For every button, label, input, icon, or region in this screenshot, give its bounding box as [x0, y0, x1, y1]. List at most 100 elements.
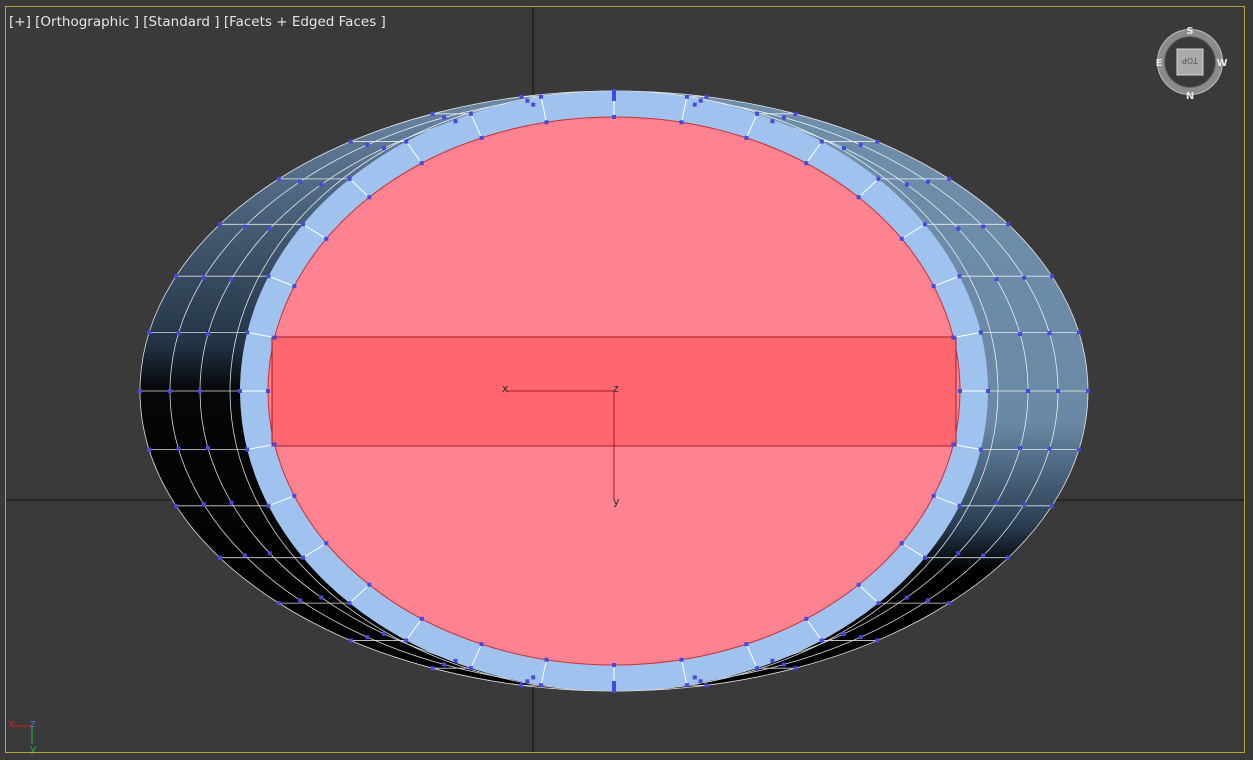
mesh-vertex[interactable]: [842, 146, 847, 151]
mesh-vertex[interactable]: [875, 139, 880, 144]
mesh-vertex[interactable]: [1076, 330, 1081, 335]
mesh-vertex[interactable]: [198, 389, 202, 393]
mesh-vertex[interactable]: [245, 447, 250, 452]
mesh-vertex[interactable]: [612, 681, 616, 685]
mesh-vertex[interactable]: [347, 601, 352, 606]
mesh-vertex[interactable]: [981, 553, 986, 558]
mesh-vertex[interactable]: [442, 115, 447, 120]
mesh-vertex[interactable]: [242, 224, 247, 229]
mesh-vertex[interactable]: [904, 595, 909, 600]
mesh-vertex[interactable]: [147, 330, 152, 335]
mesh-vertex[interactable]: [692, 102, 697, 107]
mesh-vertex[interactable]: [856, 195, 861, 200]
mesh-vertex[interactable]: [324, 236, 329, 241]
mesh-vertex[interactable]: [612, 115, 616, 119]
mesh-vertex[interactable]: [1018, 445, 1023, 450]
mesh-vertex[interactable]: [744, 642, 749, 647]
mesh-vertex[interactable]: [419, 616, 424, 621]
mesh-vertex[interactable]: [381, 631, 386, 636]
mesh-vertex[interactable]: [525, 679, 530, 684]
mesh-vertex[interactable]: [957, 274, 962, 279]
mesh-vertex[interactable]: [347, 176, 352, 181]
mesh-vertex[interactable]: [956, 551, 961, 556]
mesh-vertex[interactable]: [1056, 389, 1060, 393]
mesh-vertex[interactable]: [793, 111, 798, 116]
mesh-vertex[interactable]: [266, 274, 271, 279]
viewcube[interactable]: TOP S N E W: [1156, 26, 1228, 102]
mesh-vertex[interactable]: [744, 135, 749, 140]
mesh-vertex[interactable]: [781, 662, 786, 667]
mesh-vertex[interactable]: [904, 182, 909, 187]
mesh-vertex[interactable]: [947, 601, 952, 606]
mesh-vertex[interactable]: [994, 500, 999, 505]
mesh-vertex[interactable]: [858, 635, 863, 640]
mesh-vertex[interactable]: [276, 601, 281, 606]
mesh-vertex[interactable]: [229, 500, 234, 505]
mesh-vertex[interactable]: [899, 541, 904, 546]
mesh-vertex[interactable]: [1049, 274, 1054, 279]
scene-canvas[interactable]: x z y TOP S N E W x z y: [0, 0, 1253, 760]
mesh-vertex[interactable]: [931, 284, 936, 289]
mesh-vertex[interactable]: [698, 98, 703, 103]
mesh-vertex[interactable]: [612, 663, 616, 667]
mesh-vertex[interactable]: [684, 94, 689, 99]
viewport-view-menu[interactable]: [Orthographic ]: [35, 14, 139, 30]
viewport[interactable]: x z y TOP S N E W x z y [+] [Orthographi…: [0, 0, 1253, 760]
mesh-vertex[interactable]: [957, 503, 962, 508]
mesh-vertex[interactable]: [925, 179, 930, 184]
mesh-vertex[interactable]: [978, 330, 983, 335]
mesh-vertex[interactable]: [755, 111, 760, 116]
mesh-vertex[interactable]: [367, 582, 372, 587]
mesh-vertex[interactable]: [301, 222, 306, 227]
mesh-vertex[interactable]: [442, 662, 447, 667]
mesh-vertex[interactable]: [1047, 331, 1052, 336]
mesh-vertex[interactable]: [367, 195, 372, 200]
mesh-vertex[interactable]: [819, 139, 824, 144]
mesh-vertex[interactable]: [531, 102, 536, 107]
mesh-vertex[interactable]: [479, 135, 484, 140]
mesh-vertex[interactable]: [319, 595, 324, 600]
mesh-vertex[interactable]: [781, 115, 786, 120]
mesh-vertex[interactable]: [951, 335, 956, 340]
mesh-vertex[interactable]: [951, 442, 956, 447]
mesh-vertex[interactable]: [793, 666, 798, 671]
mesh-vertex[interactable]: [174, 274, 179, 279]
mesh-vertex[interactable]: [1026, 389, 1030, 393]
mesh-vertex[interactable]: [958, 389, 962, 393]
viewport-shading-menu[interactable]: [Standard ]: [143, 14, 219, 30]
mesh-vertex[interactable]: [899, 236, 904, 241]
mesh-vertex[interactable]: [704, 683, 709, 688]
mesh-vertex[interactable]: [986, 389, 990, 393]
mesh-vertex[interactable]: [238, 389, 242, 393]
mesh-vertex[interactable]: [419, 161, 424, 166]
mesh-vertex[interactable]: [1049, 503, 1054, 508]
mesh-vertex[interactable]: [298, 598, 303, 603]
mesh-vertex[interactable]: [242, 553, 247, 558]
mesh-vertex[interactable]: [612, 685, 616, 689]
mesh-vertex[interactable]: [168, 389, 172, 393]
mesh-vertex[interactable]: [272, 335, 277, 340]
mesh-vertex[interactable]: [922, 555, 927, 560]
mesh-vertex[interactable]: [519, 683, 524, 688]
mesh-vertex[interactable]: [430, 111, 435, 116]
mesh-vertex[interactable]: [292, 284, 297, 289]
mesh-vertex[interactable]: [267, 551, 272, 556]
mesh-vertex[interactable]: [612, 97, 616, 101]
mesh-vertex[interactable]: [468, 111, 473, 116]
mesh-vertex[interactable]: [205, 332, 210, 337]
mesh-vertex[interactable]: [692, 675, 697, 680]
mesh-vertex[interactable]: [1086, 389, 1090, 393]
mesh-vertex[interactable]: [956, 226, 961, 231]
mesh-vertex[interactable]: [1076, 447, 1081, 452]
mesh-vertex[interactable]: [267, 226, 272, 231]
mesh-vertex[interactable]: [876, 601, 881, 606]
mesh-vertex[interactable]: [381, 146, 386, 151]
mesh-vertex[interactable]: [544, 120, 549, 125]
mesh-vertex[interactable]: [978, 447, 983, 452]
mesh-vertex[interactable]: [770, 658, 775, 663]
mesh-vertex[interactable]: [842, 631, 847, 636]
mesh-vertex[interactable]: [217, 555, 222, 560]
mesh-vertex[interactable]: [770, 119, 775, 124]
mesh-vertex[interactable]: [875, 638, 880, 643]
mesh-vertex[interactable]: [201, 502, 206, 507]
